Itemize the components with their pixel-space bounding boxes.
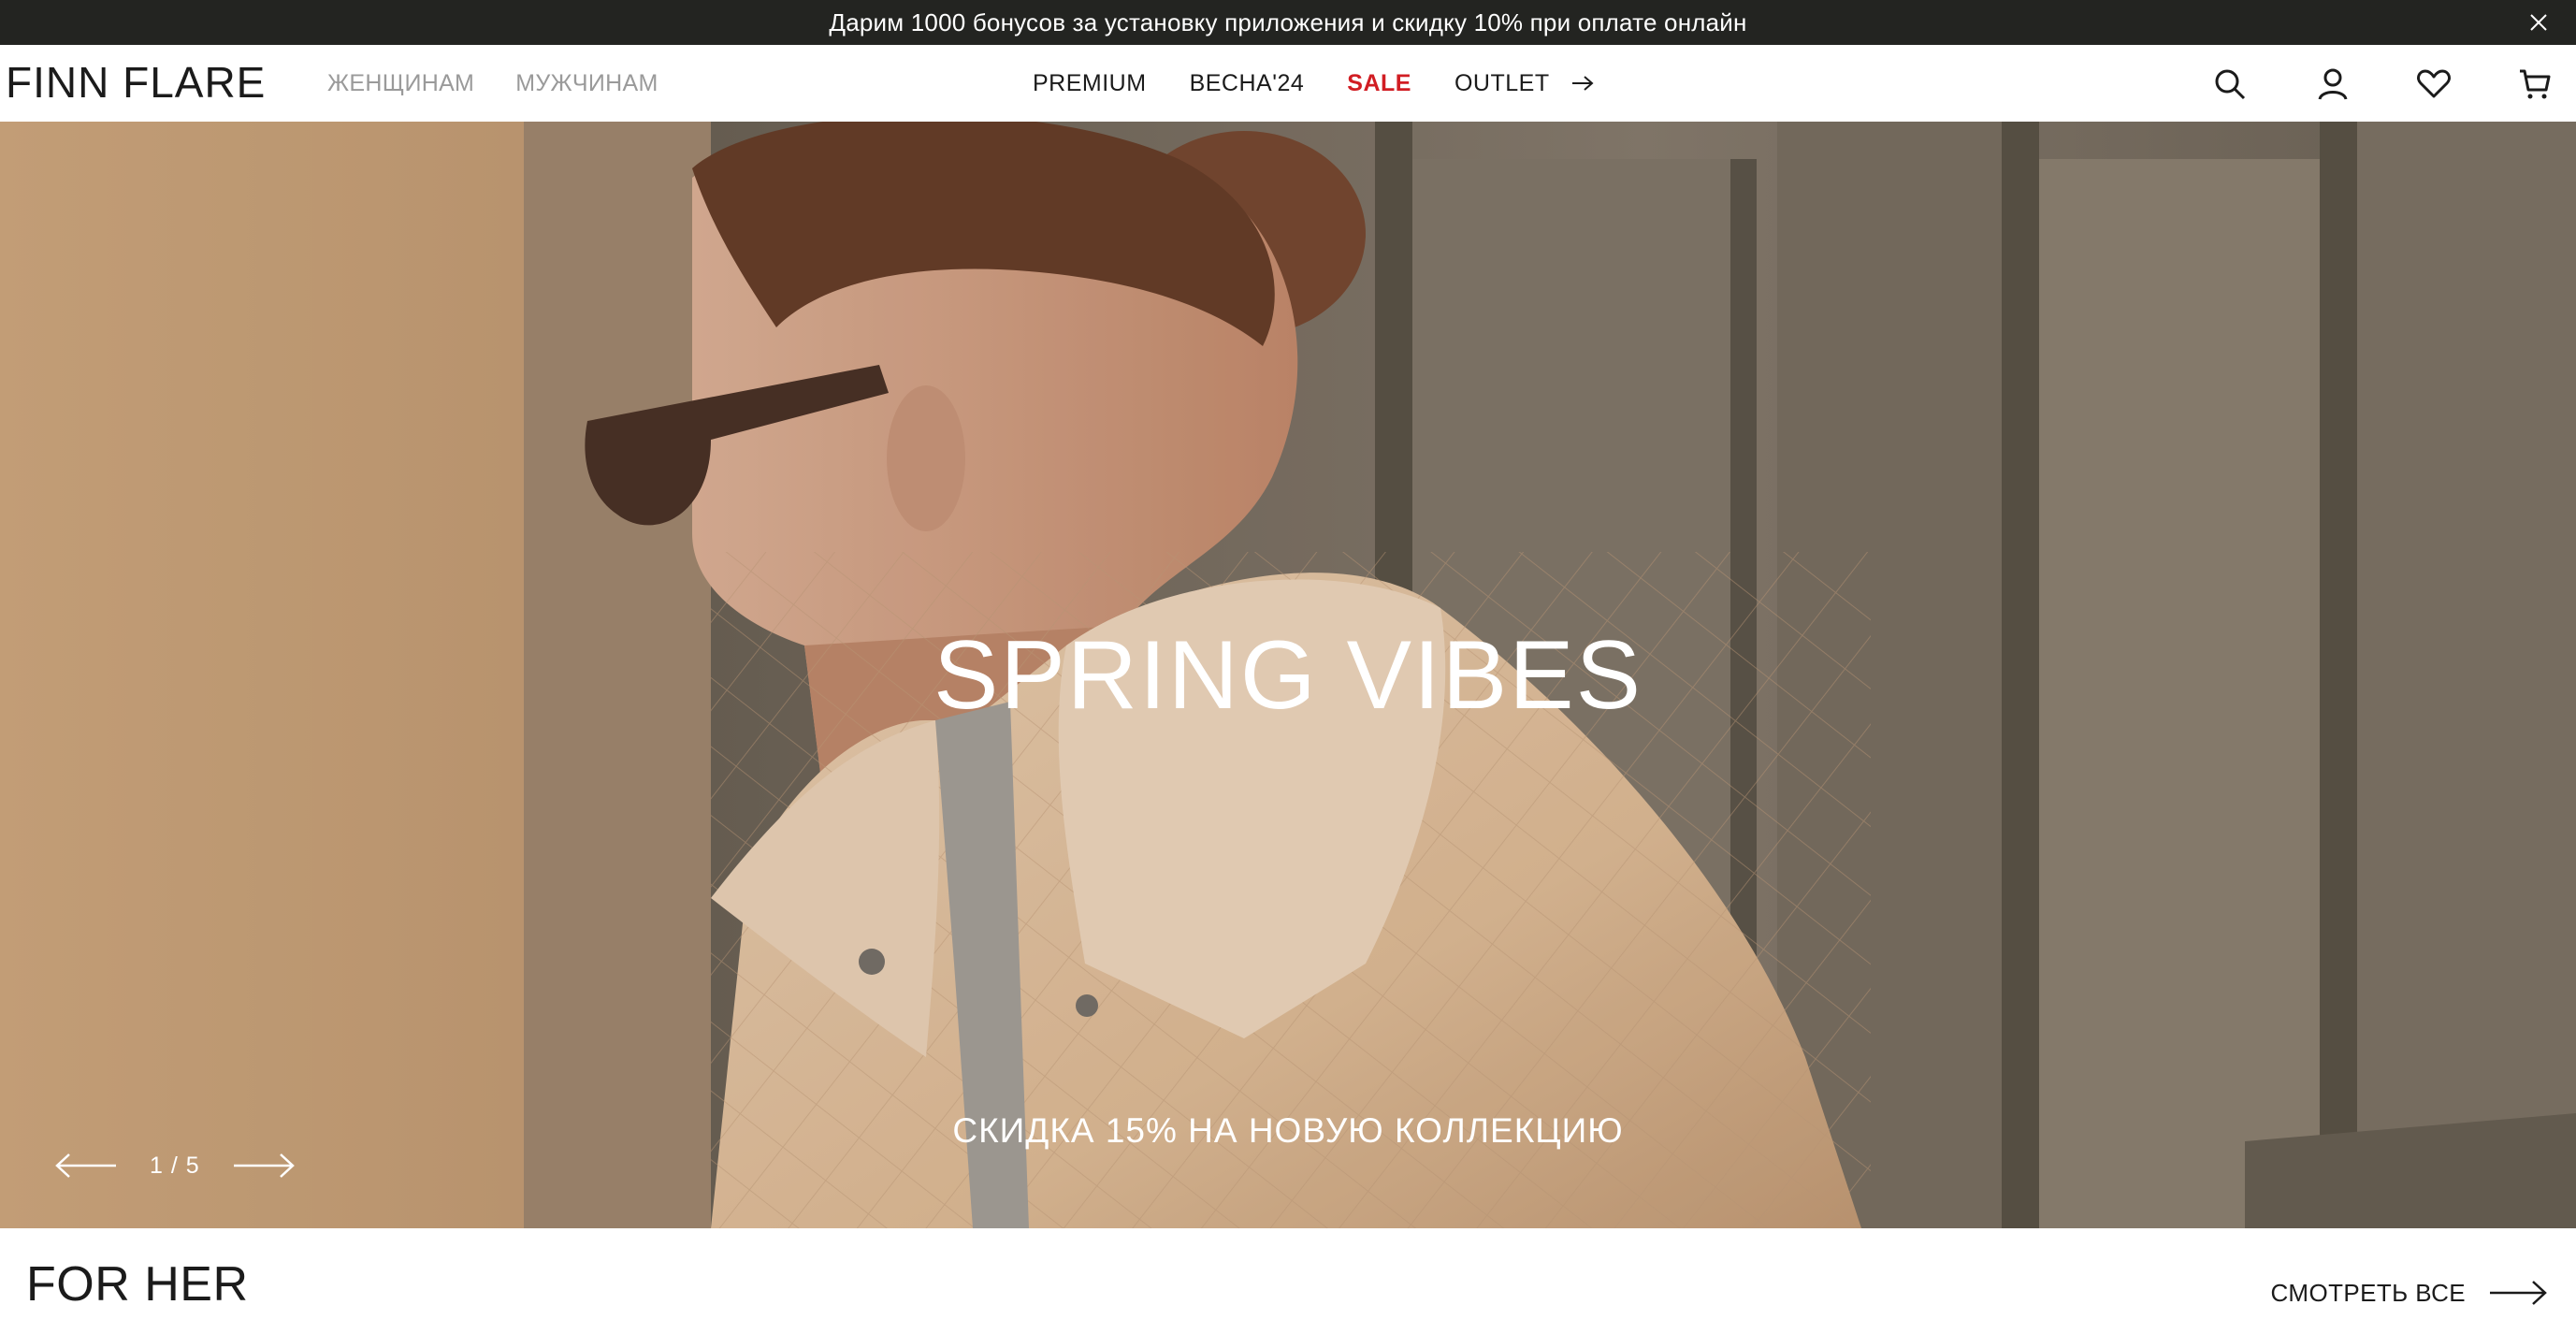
nav-women[interactable]: ЖЕНЩИНАМ [327,67,474,99]
nav-sale[interactable]: SALE [1347,67,1411,99]
see-all-label: СМОТРЕТЬ ВСЕ [2270,1279,2466,1307]
site-header: FINN FLARE ЖЕНЩИНАМ МУЖЧИНАМ PREMIUM ВЕС… [0,45,2576,122]
nav-men[interactable]: МУЖЧИНАМ [515,67,658,99]
logo[interactable]: FINN FLARE [6,58,266,107]
hero-title: SPRING VIBES [933,621,1643,730]
see-all-link[interactable]: СМОТРЕТЬ ВСЕ [2271,1277,2549,1309]
gender-nav: ЖЕНЩИНАМ МУЖЧИНАМ [327,67,658,99]
user-icon[interactable] [2312,64,2353,105]
arrow-right-icon[interactable] [1570,74,1595,93]
nav-premium[interactable]: PREMIUM [1033,67,1147,99]
search-icon[interactable] [2209,64,2250,105]
hero-subtitle[interactable]: СКИДКА 15% НА НОВУЮ КОЛЛЕКЦИЮ [0,1109,2576,1153]
cart-icon[interactable] [2514,64,2555,105]
section-header: FOR HER СМОТРЕТЬ ВСЕ [0,1228,2576,1334]
close-icon[interactable] [2524,7,2554,37]
promo-text: Дарим 1000 бонусов за установку приложен… [829,7,1747,36]
slider-controls: 1 / 5 [54,1151,296,1181]
arrow-left-icon[interactable] [54,1151,118,1181]
hero-banner[interactable]: SPRING VIBES СКИДКА 15% НА НОВУЮ КОЛЛЕКЦ… [0,122,2576,1228]
section-title: FOR HER [26,1257,249,1312]
slide-counter: 1 / 5 [150,1152,200,1179]
heart-icon[interactable] [2413,64,2454,105]
arrow-right-icon[interactable] [232,1151,296,1181]
main-nav: PREMIUM ВЕСНА'24 SALE OUTLET [1033,67,1595,99]
nav-spring[interactable]: ВЕСНА'24 [1190,67,1305,99]
promo-bar: Дарим 1000 бонусов за установку приложен… [0,0,2576,45]
nav-outlet[interactable]: OUTLET [1454,67,1550,99]
arrow-right-icon [2490,1281,2547,1305]
